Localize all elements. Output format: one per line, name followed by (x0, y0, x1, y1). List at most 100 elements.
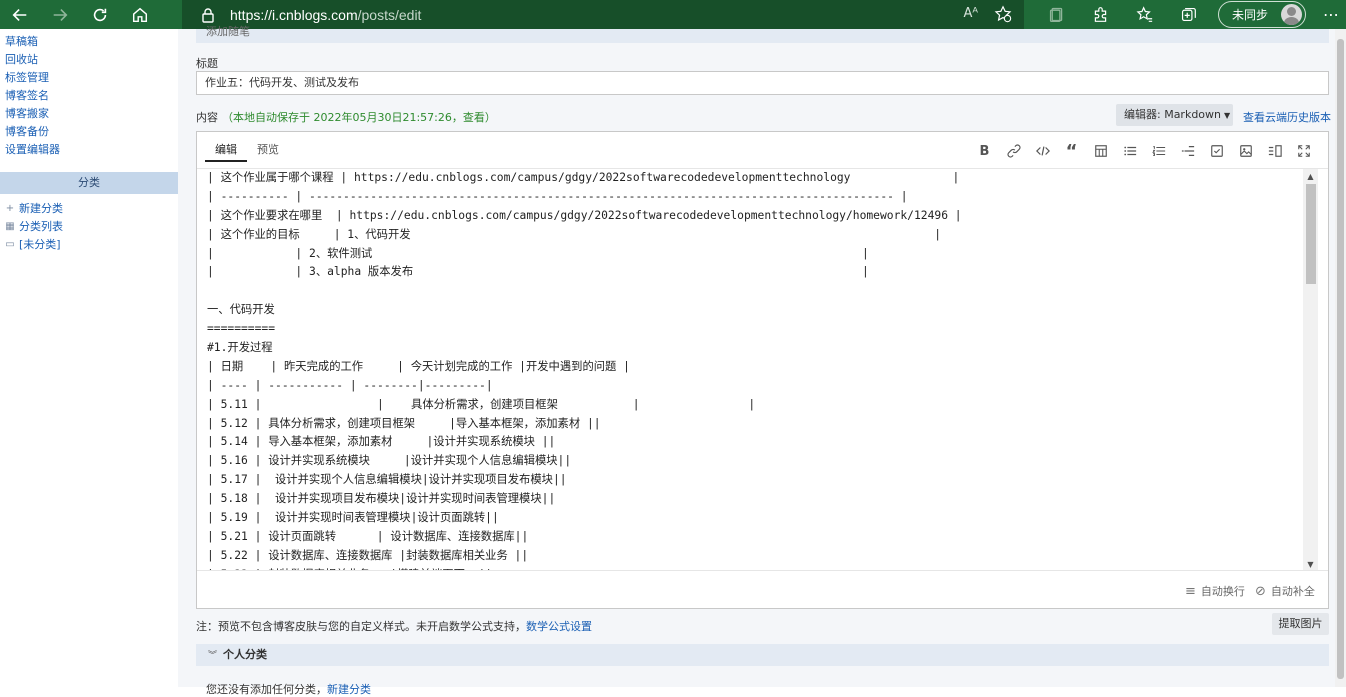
title-input[interactable]: 作业五：代码开发、测试及发布 (196, 71, 1329, 95)
category-item-list[interactable]: ▦ 分类列表 (0, 218, 178, 236)
category-item-uncategorized[interactable]: ▭ [未分类] (0, 236, 178, 254)
code-icon[interactable] (1028, 142, 1057, 160)
autosave-status: （本地自动保存于 2022年05月30日21:57:26，查看） (222, 111, 496, 124)
browser-toolbar: https://i.cnblogs.com/posts/edit Aᴬ 未同步 … (0, 0, 1346, 29)
checkbox-icon[interactable] (1202, 142, 1231, 160)
sidebar-links: 草稿箱 回收站 标签管理 博客签名 博客搬家 博客备份 设置编辑器 (0, 29, 178, 159)
editor-select-button[interactable]: 编辑器: Markdown ▼ (1116, 104, 1233, 126)
page-scroll-thumb[interactable] (1337, 39, 1344, 679)
content-label: 内容 （本地自动保存于 2022年05月30日21:57:26，查看） (196, 111, 496, 124)
image-icon[interactable] (1231, 142, 1260, 160)
home-icon (132, 7, 148, 22)
code-line: | 5.17 | 设计并实现个人信息编辑模块|设计并实现项目发布模块|| (207, 473, 567, 487)
grid-icon: ▦ (5, 221, 15, 232)
code-line: | 5.18 | 设计并实现项目发布模块|设计并实现时间表管理模块|| (207, 492, 556, 506)
tab-edit[interactable]: 编辑 (205, 141, 247, 162)
refresh-button[interactable] (80, 0, 120, 29)
back-button[interactable] (0, 0, 40, 29)
address-bar[interactable]: https://i.cnblogs.com/posts/edit Aᴬ (182, 0, 1024, 29)
outline-icon[interactable] (1173, 142, 1202, 160)
code-line: | 这个作业的目标 | 1、代码开发 | (207, 227, 942, 241)
extract-images-button[interactable]: 提取图片 (1272, 613, 1329, 635)
forward-button[interactable] (40, 0, 80, 29)
word-wrap-toggle[interactable]: ≡ 自动换行 (1185, 583, 1245, 599)
url-text: https://i.cnblogs.com/posts/edit (230, 6, 422, 23)
code-line: | 5.14 | 导入基本框架，添加素材 |设计并实现系统模块 || (207, 435, 556, 449)
sidebar-link-drafts[interactable]: 草稿箱 (0, 33, 178, 51)
code-line: | ---- | ----------- | --------|--------… (207, 378, 493, 392)
code-line: | 这个作业属于哪个课程 | https://edu.cnblogs.com/c… (207, 171, 960, 184)
preview-note: 注：预览不包含博客皮肤与您的自定义样式。未开启数学公式支持，数学公式设置 (196, 620, 592, 633)
autocomplete-toggle[interactable]: ⊘ 自动补全 (1255, 583, 1315, 599)
browser-tools (1034, 0, 1210, 29)
caret-down-icon: ▼ (1224, 111, 1231, 120)
scroll-up-icon[interactable]: ▲ (1303, 169, 1318, 183)
title-label: 标题 (196, 57, 218, 70)
code-line: | ---------- | -------------------------… (207, 189, 908, 203)
autosave-view-link[interactable]: 查看 (463, 111, 485, 124)
category-list: + 新建分类 ▦ 分类列表 ▭ [未分类] (0, 194, 178, 254)
category-item-new[interactable]: + 新建分类 (0, 200, 178, 218)
section-label: 添加随笔 (206, 25, 250, 38)
table-icon[interactable] (1086, 142, 1115, 160)
add-favorite-icon[interactable] (994, 5, 1012, 23)
markdown-editor: 编辑 预览 B “ | 这个作业属于哪个课程 | https://edu.cnb… (196, 131, 1329, 609)
numbered-list-icon[interactable] (1144, 142, 1173, 160)
favorites-button[interactable] (1122, 0, 1166, 29)
home-button[interactable] (120, 0, 160, 29)
collections-add-button[interactable] (1166, 0, 1210, 29)
puzzle-icon (1094, 7, 1106, 22)
code-line: | 日期 | 昨天完成的工作 | 今天计划完成的工作 |开发中遇到的问题 | (207, 359, 630, 373)
sidebar-link-tags[interactable]: 标签管理 (0, 69, 178, 87)
no-category-text: 您还没有添加任何分类，新建分类 (206, 683, 371, 696)
double-chevron-down-icon: ︾ (208, 651, 218, 661)
code-line: ========== (207, 322, 276, 336)
code-line: | 5.19 | 设计并实现时间表管理模块|设计页面跳转|| (207, 511, 499, 525)
new-category-link[interactable]: 新建分类 (327, 683, 371, 696)
split-view-icon[interactable] (1260, 142, 1289, 160)
scroll-down-icon[interactable]: ▼ (1303, 557, 1318, 571)
refresh-icon (93, 8, 107, 21)
code-line: | 5.12 | 具体分析需求，创建项目框架 |导入基本框架，添加素材 || (207, 416, 601, 430)
collections-button[interactable] (1034, 0, 1078, 29)
tabs-icon (1049, 7, 1062, 22)
math-settings-link[interactable]: 数学公式设置 (526, 620, 592, 633)
sidebar-link-editor-settings[interactable]: 设置编辑器 (0, 141, 178, 159)
avatar (1281, 4, 1302, 25)
sidebar-link-signature[interactable]: 博客签名 (0, 87, 178, 105)
lock-icon (202, 7, 214, 23)
quote-icon[interactable]: “ (1057, 141, 1086, 162)
personal-category-header[interactable]: ︾ 个人分类 (196, 644, 1329, 666)
sidebar-link-trash[interactable]: 回收站 (0, 51, 178, 69)
sidebar-link-backup[interactable]: 博客备份 (0, 123, 178, 141)
arrow-right-icon (53, 8, 68, 21)
cloud-history-link[interactable]: 查看云端历史版本 (1243, 109, 1331, 125)
category-item-label: 分类列表 (19, 220, 63, 233)
extensions-button[interactable] (1078, 0, 1122, 29)
collections-icon (1181, 7, 1196, 22)
link-icon[interactable] (999, 142, 1028, 160)
section-header: 添加随笔 (196, 25, 1329, 43)
fullscreen-icon[interactable] (1289, 142, 1318, 160)
sidebar: 草稿箱 回收站 标签管理 博客签名 博客搬家 博客备份 设置编辑器 分类 + 新… (0, 29, 178, 687)
code-line: | 5.16 | 设计并实现系统模块 |设计并实现个人信息编辑模块|| (207, 454, 572, 468)
page-scrollbar[interactable] (1335, 29, 1346, 687)
editor-tabs: 编辑 预览 (205, 141, 289, 162)
category-item-label: [未分类] (19, 238, 61, 251)
bullet-list-icon[interactable] (1115, 142, 1144, 160)
more-menu-icon[interactable]: ⋯ (1316, 0, 1346, 29)
editor-toolbar: B “ (970, 141, 1318, 162)
star-list-icon (1135, 6, 1152, 22)
category-item-label: 新建分类 (19, 202, 63, 215)
category-header: 分类 (0, 172, 178, 194)
folder-icon: ▭ (5, 239, 15, 250)
sidebar-link-migrate[interactable]: 博客搬家 (0, 105, 178, 123)
main-content: 添加随笔 标题 作业五：代码开发、测试及发布 内容 （本地自动保存于 2022年0… (178, 25, 1346, 696)
profile-sync-button[interactable]: 未同步 (1218, 1, 1306, 28)
scroll-thumb[interactable] (1306, 184, 1316, 284)
read-aloud-icon[interactable]: Aᴬ (964, 6, 979, 21)
bold-icon[interactable]: B (970, 142, 999, 160)
tab-preview[interactable]: 预览 (247, 141, 289, 162)
markdown-textarea[interactable]: | 这个作业属于哪个课程 | https://edu.cnblogs.com/c… (207, 169, 1303, 571)
editor-scrollbar[interactable]: ▲ ▼ (1303, 169, 1318, 571)
